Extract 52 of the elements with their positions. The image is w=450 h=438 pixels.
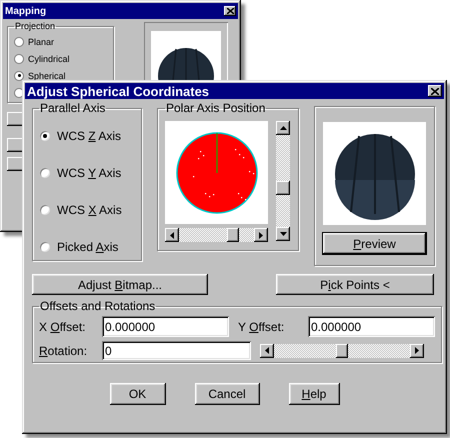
rotation-slider[interactable] (260, 344, 424, 358)
x-offset-field[interactable]: 0.000000 (102, 316, 229, 337)
left-arrow-icon (265, 347, 269, 354)
radio-label: WCS Y Axis (57, 166, 122, 180)
window-title: Mapping (5, 6, 46, 16)
up-arrow-icon (280, 126, 286, 130)
group-title: Polar Axis Position (165, 101, 266, 115)
scroll-thumb[interactable] (227, 228, 239, 242)
field-label: Y Offset: (238, 320, 286, 334)
right-arrow-icon (259, 232, 263, 238)
group-title: Parallel Axis (39, 101, 106, 115)
close-button[interactable] (428, 85, 442, 97)
radio-label: WCS Z Axis (57, 128, 122, 142)
scroll-up-button[interactable] (276, 121, 290, 135)
dialog-button[interactable]: Help (288, 383, 340, 405)
radio-button[interactable] (39, 166, 51, 178)
radio-button[interactable] (39, 204, 51, 216)
dialog-button[interactable]: Cancel (194, 383, 260, 405)
scroll-down-button[interactable] (276, 227, 290, 241)
scroll-thumb[interactable] (276, 181, 290, 195)
radio-label: WCS X Axis (57, 202, 122, 216)
close-button[interactable] (224, 6, 236, 16)
scroll-right-button[interactable] (254, 228, 268, 242)
dialog-button[interactable]: OK (110, 383, 166, 405)
y-offset-field[interactable]: 0.000000 (308, 316, 435, 337)
radio-button[interactable] (14, 70, 24, 80)
radio-button[interactable] (14, 36, 24, 46)
scroll-left-button[interactable] (260, 344, 274, 358)
slider-thumb[interactable] (336, 344, 348, 358)
down-arrow-icon (280, 232, 286, 236)
field-label: Rotation: (39, 344, 88, 358)
radio-label: Spherical (28, 70, 66, 80)
radio-label: Planar (28, 36, 54, 46)
pick-points-button[interactable]: Pick Points < (276, 274, 434, 295)
radio-label: Picked Axis (57, 240, 118, 254)
radio-button[interactable] (39, 240, 51, 252)
radio-label: Cylindrical (28, 54, 70, 64)
scrollbar[interactable] (276, 121, 290, 241)
field-label: X Offset: (39, 320, 86, 334)
scroll-right-button[interactable] (410, 344, 424, 358)
left-arrow-icon (170, 232, 174, 238)
rotation-field[interactable]: 0 (102, 341, 251, 360)
group-title: Projection (14, 21, 56, 31)
scroll-left-button[interactable] (165, 228, 179, 242)
window-title: Adjust Spherical Coordinates (27, 84, 210, 98)
preview-button[interactable]: Preview (323, 233, 426, 254)
scrollbar[interactable] (165, 228, 268, 242)
right-arrow-icon (415, 347, 419, 354)
radio-button[interactable] (39, 130, 51, 142)
adjust-bitmap-button[interactable]: Adjust Bitmap... (32, 274, 208, 295)
group-title: Offsets and Rotations (39, 299, 156, 313)
radio-button[interactable] (14, 54, 24, 64)
